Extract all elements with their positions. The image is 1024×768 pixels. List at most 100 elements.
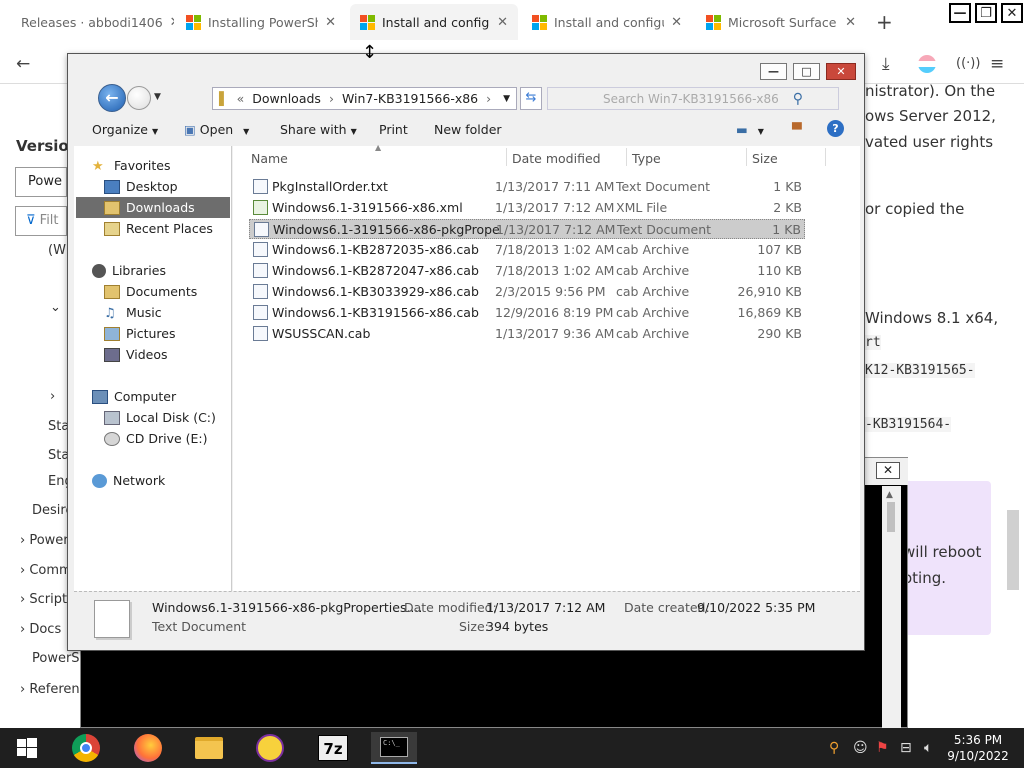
clock[interactable]: 5:36 PM 9/10/2022 <box>940 732 1016 764</box>
nav-local-disk[interactable]: Local Disk (C:) <box>104 407 216 428</box>
help-icon[interactable]: ? <box>827 120 844 137</box>
chevron-down-icon[interactable]: ▼ <box>503 94 510 104</box>
history-dropdown-icon[interactable]: ▼ <box>154 92 161 102</box>
tab-install-configure[interactable]: Install and configure ✕ <box>522 4 692 40</box>
column-divider[interactable] <box>746 148 747 166</box>
nav-pictures[interactable]: Pictures <box>104 323 176 344</box>
back-button[interactable]: ← <box>98 84 126 112</box>
search-icon[interactable]: ⚲ <box>829 740 839 756</box>
close-icon[interactable]: ✕ <box>671 15 682 30</box>
nav-downloads[interactable]: Downloads <box>76 197 230 218</box>
forward-button[interactable] <box>127 86 151 110</box>
extensions-icon[interactable]: ((·)) <box>956 56 980 71</box>
column-header-date[interactable]: Date modified <box>512 151 601 166</box>
nav-item-power[interactable]: › Power <box>20 533 69 548</box>
column-divider[interactable] <box>506 148 507 166</box>
scrollbar-thumb[interactable] <box>887 502 895 532</box>
minimize-button[interactable]: — <box>760 63 787 80</box>
file-row[interactable]: Windows6.1-KB2872035-x86.cab 7/18/2013 1… <box>249 240 805 260</box>
tab-installing-powershell[interactable]: Installing PowerShell ✕ <box>176 4 346 40</box>
version-select[interactable]: Powe <box>15 167 67 197</box>
start-button[interactable] <box>4 732 50 764</box>
nav-documents[interactable]: Documents <box>104 281 197 302</box>
nav-item[interactable]: (W <box>48 243 66 258</box>
file-row[interactable]: Windows6.1-KB3033929-x86.cab 2/3/2015 9:… <box>249 282 805 302</box>
scrollbar-thumb[interactable] <box>1007 510 1019 590</box>
new-tab-button[interactable]: + <box>876 10 893 34</box>
column-header-size[interactable]: Size <box>752 151 778 166</box>
close-icon[interactable]: ✕ <box>325 15 336 30</box>
close-button[interactable]: ✕ <box>1001 3 1023 23</box>
open-button[interactable]: ▣ Open ▼ <box>184 122 249 137</box>
profile-avatar-icon[interactable] <box>918 55 936 73</box>
menu-icon[interactable]: ≡ <box>990 54 1004 74</box>
network-icon[interactable]: ⊟ <box>900 740 912 756</box>
nav-cd-drive[interactable]: CD Drive (E:) <box>104 428 208 449</box>
breadcrumb-current-folder[interactable]: Win7-KB3191566-x86 <box>342 91 478 106</box>
chevron-right-icon[interactable]: › <box>329 91 334 106</box>
nav-item[interactable]: PowerS <box>32 651 80 666</box>
file-row[interactable]: Windows6.1-3191566-x86.xml 1/13/2017 7:1… <box>249 198 805 218</box>
nav-favorites[interactable]: ★ Favorites <box>92 155 170 176</box>
column-header-name[interactable]: Name <box>251 151 288 166</box>
close-button[interactable]: ✕ <box>876 462 900 479</box>
console-scrollbar[interactable]: ▲ <box>882 486 901 729</box>
nav-desktop[interactable]: Desktop <box>104 176 178 197</box>
close-button[interactable]: ✕ <box>826 63 856 80</box>
nav-libraries[interactable]: Libraries <box>92 260 166 281</box>
search-input[interactable]: Search Win7-KB3191566-x86 ⚲ <box>547 87 839 110</box>
nav-computer[interactable]: Computer <box>92 386 176 407</box>
file-row[interactable]: Windows6.1-KB3191566-x86.cab 12/9/2016 8… <box>249 303 805 323</box>
share-with-button[interactable]: Share with ▼ <box>280 122 357 137</box>
command-prompt-app-button[interactable]: C:\_ <box>371 732 417 764</box>
filter-input[interactable]: ⊽ Filt <box>15 206 67 236</box>
maximize-button[interactable]: □ <box>793 63 820 80</box>
breadcrumb-overflow[interactable]: « <box>237 91 245 106</box>
refresh-icon[interactable]: ⇆ <box>520 87 542 110</box>
print-button[interactable]: Print <box>379 122 408 137</box>
nav-item-comm[interactable]: › Comm <box>20 563 72 578</box>
flag-icon[interactable]: ⚑ <box>876 740 889 756</box>
close-icon[interactable]: ✕ <box>170 15 174 30</box>
nav-item-reference[interactable]: › Referen <box>20 682 80 697</box>
firefox-app-button[interactable] <box>125 732 171 764</box>
column-divider[interactable] <box>825 148 826 166</box>
nav-network[interactable]: Network <box>92 470 165 491</box>
chevron-right-icon[interactable]: › <box>486 91 491 106</box>
back-arrow-icon[interactable]: ← <box>16 54 30 74</box>
file-row[interactable]: PkgInstallOrder.txt 1/13/2017 7:11 AM Te… <box>249 177 805 197</box>
breadcrumb-downloads[interactable]: Downloads <box>252 91 321 106</box>
organize-button[interactable]: Organize ▼ <box>92 122 158 137</box>
chevron-right-icon[interactable]: › <box>50 389 55 404</box>
close-icon[interactable]: ✕ <box>497 15 508 30</box>
chevron-down-icon[interactable]: ⌄ <box>50 300 61 315</box>
address-bar[interactable]: ▌ « Downloads › Win7-KB3191566-x86 › ▼ <box>212 87 517 110</box>
volume-icon[interactable]: 🔈︎ <box>924 740 932 756</box>
file-row[interactable]: WSUSSCAN.cab 1/13/2017 9:36 AM cab Archi… <box>249 324 805 344</box>
column-divider[interactable] <box>626 148 627 166</box>
column-header-type[interactable]: Type <box>632 151 661 166</box>
minimize-button[interactable]: — <box>949 3 971 23</box>
scroll-up-icon[interactable]: ▲ <box>886 490 893 500</box>
nav-recent-places[interactable]: Recent Places <box>104 218 213 239</box>
nav-item-docs[interactable]: › Docs <box>20 622 61 637</box>
download-icon[interactable]: ⤓ <box>882 54 890 74</box>
file-explorer-app-button[interactable] <box>186 732 232 764</box>
nav-music[interactable]: ♫ Music <box>104 302 162 323</box>
close-icon[interactable]: ✕ <box>845 15 856 30</box>
view-options-icon[interactable]: ▬ ▼ <box>736 122 764 137</box>
nav-item-script[interactable]: › Script <box>20 592 67 607</box>
chrome-app-button[interactable] <box>63 732 109 764</box>
tab-microsoft-surface[interactable]: Microsoft Surface PCs ✕ <box>696 4 866 40</box>
tab-releases[interactable]: Releases · abbodi1406 ✕ <box>4 4 174 40</box>
yahoo-app-button[interactable] <box>247 732 293 764</box>
7zip-app-button[interactable]: 7z <box>310 732 356 764</box>
preview-pane-icon[interactable]: ▀ <box>792 122 802 137</box>
file-row[interactable]: Windows6.1-KB2872047-x86.cab 7/18/2013 1… <box>249 261 805 281</box>
emoji-icon[interactable]: ☺ <box>853 740 868 756</box>
file-row-selected[interactable]: Windows6.1-3191566-x86-pkgProperties....… <box>249 219 805 239</box>
tab-install-configure-active[interactable]: Install and configure W ✕ <box>350 4 518 40</box>
maximize-button[interactable]: ❐ <box>975 3 997 23</box>
new-folder-button[interactable]: New folder <box>434 122 502 137</box>
nav-videos[interactable]: Videos <box>104 344 168 365</box>
